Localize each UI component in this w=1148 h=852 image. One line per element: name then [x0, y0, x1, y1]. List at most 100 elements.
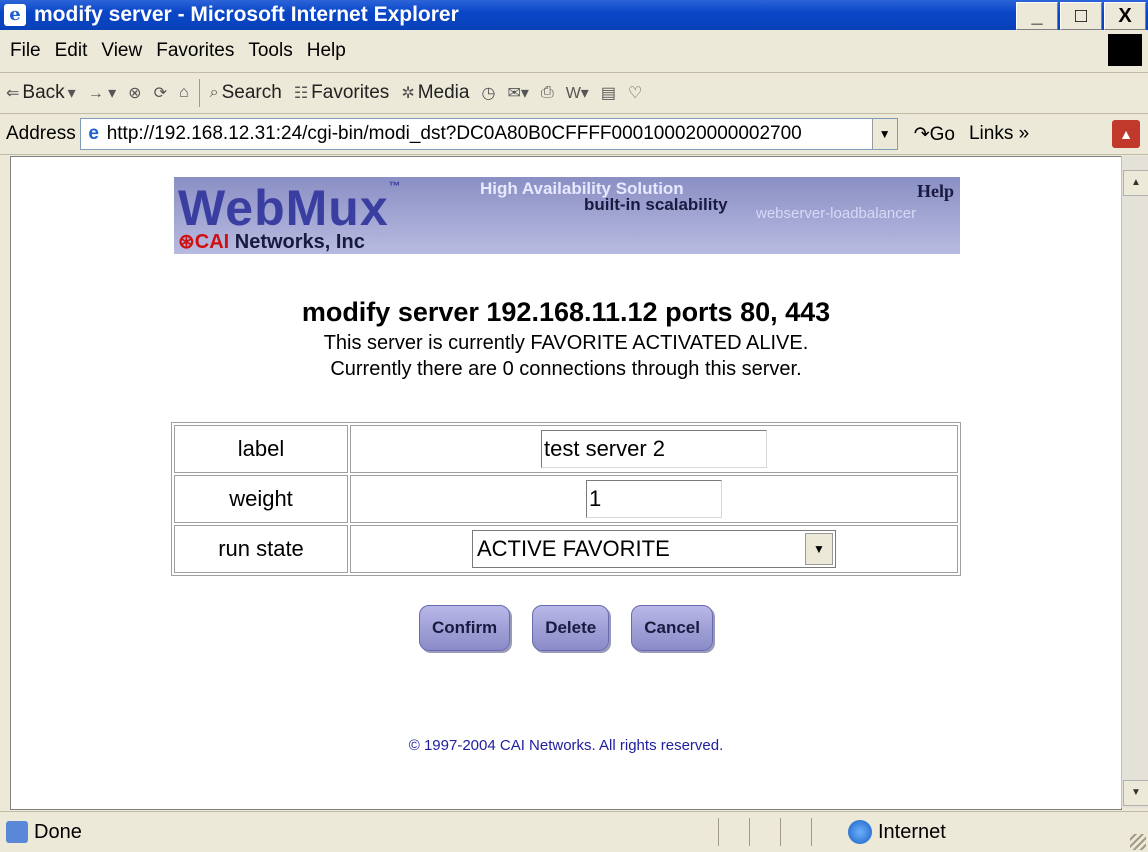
search-button[interactable]: ⌕ Search — [210, 82, 282, 104]
confirm-button[interactable]: Confirm — [419, 605, 511, 651]
discuss-button[interactable]: ▤ — [601, 83, 616, 103]
zone-label: Internet — [878, 820, 946, 843]
globe-icon — [848, 820, 872, 844]
ie-app-icon: e — [4, 4, 26, 26]
menu-file[interactable]: File — [10, 40, 41, 62]
minimize-button[interactable]: _ — [1016, 2, 1058, 30]
messenger-icon: ♡ — [627, 85, 643, 102]
edit-button[interactable]: W▾ — [566, 83, 589, 103]
cancel-button[interactable]: Cancel — [631, 605, 713, 651]
media-button[interactable]: ✲ Media — [401, 82, 469, 104]
menu-tools[interactable]: Tools — [248, 40, 292, 62]
status-text: Done — [34, 820, 82, 843]
address-label: Address — [6, 123, 76, 144]
menu-help[interactable]: Help — [307, 40, 346, 62]
page-done-icon — [6, 821, 28, 843]
go-button[interactable]: ↷Go — [914, 123, 955, 146]
tagline-scalability: built-in scalability — [584, 195, 728, 214]
back-button[interactable]: ⇐ Back ▾ — [6, 82, 76, 104]
toolbar-separator — [198, 79, 200, 107]
label-field-label: label — [174, 425, 348, 473]
acrobat-icon[interactable]: ▲ — [1112, 120, 1140, 148]
back-label: Back — [22, 82, 65, 103]
server-form-table: label weight run state ACTIVE FAVORITE ▼ — [171, 422, 961, 576]
address-dropdown-icon[interactable]: ▼ — [871, 119, 897, 149]
page-icon: e — [88, 123, 99, 144]
refresh-button[interactable]: ⟳ — [154, 83, 167, 103]
back-arrow-icon: ⇐ — [6, 85, 20, 102]
links-button[interactable]: Links » — [969, 123, 1029, 145]
status-pane — [718, 818, 749, 846]
favorites-label: Favorites — [311, 82, 390, 103]
stop-icon: ⊗ — [128, 85, 142, 102]
word-icon: W▾ — [565, 85, 589, 102]
server-status-text: This server is currently FAVORITE ACTIVA… — [323, 332, 809, 354]
chevron-down-icon: ▾ — [67, 85, 76, 102]
stop-button[interactable]: ⊗ — [128, 83, 141, 103]
weight-input[interactable] — [586, 480, 722, 518]
webmux-banner: WebMux™ High Availability Solution built… — [174, 177, 960, 254]
forward-button[interactable]: → ▾ — [88, 83, 116, 103]
scroll-down-icon[interactable]: ▼ — [1123, 780, 1148, 806]
windows-logo-icon — [1108, 34, 1142, 66]
address-url: http://192.168.12.31:24/cgi-bin/modi_dst… — [106, 123, 802, 144]
page-content: WebMux™ High Availability Solution built… — [10, 156, 1122, 810]
action-buttons: Confirm Delete Cancel — [11, 605, 1121, 651]
menu-edit[interactable]: Edit — [55, 40, 88, 62]
messenger-button[interactable]: ♡ — [628, 83, 642, 103]
go-arrow-icon: ↷ — [913, 123, 930, 145]
weight-field-cell — [350, 475, 958, 523]
chevron-down-icon[interactable]: ▼ — [805, 533, 833, 565]
label-row: label — [174, 425, 958, 473]
favorites-icon: ☷ — [293, 85, 309, 102]
favorites-button[interactable]: ☷ Favorites — [294, 82, 389, 104]
label-field-cell — [350, 425, 958, 473]
menu-view[interactable]: View — [101, 40, 142, 62]
page-title: modify server 192.168.11.12 ports 80, 44… — [301, 297, 831, 327]
go-label: Go — [929, 123, 955, 145]
vertical-scrollbar[interactable]: ▲ ▼ — [1121, 156, 1148, 808]
status-pane — [811, 818, 842, 846]
title-bar: e modify server - Microsoft Internet Exp… — [0, 0, 1148, 30]
runstate-field-cell: ACTIVE FAVORITE ▼ — [350, 525, 958, 573]
label-input[interactable] — [541, 430, 767, 468]
forward-arrow-icon: → ▾ — [87, 85, 117, 102]
home-button[interactable]: ⌂ — [179, 84, 189, 102]
close-button[interactable]: X — [1104, 2, 1146, 30]
menu-bar: File Edit View Favorites Tools Help — [0, 30, 1148, 73]
toolbar: ⇐ Back ▾ → ▾ ⊗ ⟳ ⌂ ⌕ Search ☷ Favorites ✲ Med… — [0, 73, 1148, 114]
discuss-icon: ▤ — [600, 85, 616, 102]
print-button[interactable]: ⎙ — [541, 84, 554, 102]
company-name: ⊛CAI Networks, Inc — [178, 229, 365, 254]
search-label: Search — [221, 82, 282, 103]
delete-button[interactable]: Delete — [532, 605, 610, 651]
status-bar: Done Internet — [0, 811, 1148, 852]
scroll-up-icon[interactable]: ▲ — [1123, 170, 1148, 196]
help-link[interactable]: Help — [917, 181, 954, 202]
cai-logo-icon: ⊛ — [178, 231, 195, 253]
resize-grip-icon[interactable] — [1130, 834, 1146, 850]
menu-favorites[interactable]: Favorites — [156, 40, 234, 62]
runstate-field-label: run state — [174, 525, 348, 573]
search-icon: ⌕ — [209, 84, 219, 101]
links-label: Links — [968, 123, 1014, 144]
media-icon: ✲ — [401, 85, 415, 102]
runstate-value: ACTIVE FAVORITE — [477, 536, 670, 561]
maximize-button[interactable]: □ — [1060, 2, 1102, 30]
weight-field-label: weight — [174, 475, 348, 523]
home-icon: ⌂ — [178, 84, 189, 101]
trademark-icon: ™ — [388, 179, 402, 193]
mail-icon: ✉▾ — [507, 85, 529, 102]
company-name-rest: Networks, Inc — [229, 231, 365, 253]
address-input[interactable]: e http://192.168.12.31:24/cgi-bin/modi_d… — [79, 118, 898, 150]
mail-button[interactable]: ✉▾ — [507, 83, 528, 103]
company-name-red: CAI — [194, 231, 230, 253]
runstate-select[interactable]: ACTIVE FAVORITE ▼ — [472, 530, 836, 568]
history-button[interactable]: ◷ — [481, 83, 495, 103]
logo-text: WebMux — [178, 180, 389, 236]
connections-text: Currently there are 0 connections throug… — [330, 358, 802, 380]
status-pane — [780, 818, 811, 846]
print-icon: ⎙ — [540, 84, 554, 101]
chevron-right-icon: » — [1018, 123, 1030, 144]
security-zone: Internet — [848, 820, 946, 844]
